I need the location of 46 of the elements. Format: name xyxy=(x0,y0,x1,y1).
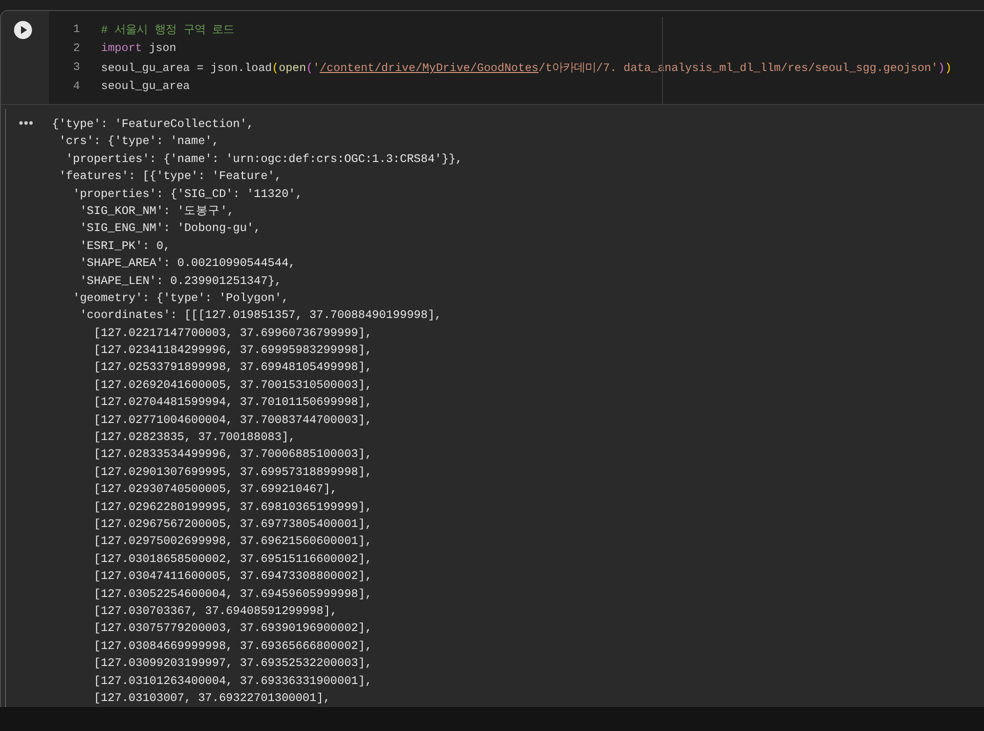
output-line: [127.03018658500002, 37.69515116600002], xyxy=(92,552,374,568)
output-line: [127.02533791899998, 37.69948105499998], xyxy=(92,360,374,376)
play-icon xyxy=(13,20,33,40)
output-line: [127.02930740500005, 37.699210467], xyxy=(92,482,338,498)
output-line: [127.03047411600005, 37.69473308800002], xyxy=(92,569,374,586)
output-line: {'type': 'FeatureCollection', xyxy=(52,117,255,133)
output-line: 'ESRI_PK': 0, xyxy=(78,238,172,255)
output-line: [127.03099203199997, 37.69352532200003], xyxy=(92,656,374,672)
code-line: import json xyxy=(101,42,176,54)
output-line: [127.03084669999998, 37.69365666800002], xyxy=(92,638,374,655)
output-line: 'SHAPE_LEN': 0.239901251347}, xyxy=(78,274,283,290)
output-line: [127.02962280199995, 37.69810365199999], xyxy=(92,500,374,516)
output-line: [127.02341184299996, 37.69995983299998], xyxy=(92,343,374,360)
output-line: 'crs': {'type': 'name', xyxy=(58,134,220,150)
code-line: seoul_gu_area = json.load(open('/content/drive/MyDrive/GoodNotes/t아카데미/7. data_analysis_ml_dl_llm/res/seoul_sgg.geojson')) xyxy=(101,61,952,75)
line-number: 2 xyxy=(72,42,80,54)
output-line: [127.02967567200005, 37.69773805400001], xyxy=(92,516,374,533)
output-line: [127.02704481599994, 37.70101150699998], xyxy=(92,395,374,412)
code-line: # 서울시 행정 구역 로드 xyxy=(101,23,234,37)
more-options-icon[interactable] xyxy=(19,121,33,125)
line-number: 1 xyxy=(72,24,80,36)
output-line: [127.030703367, 37.69408591299998], xyxy=(92,604,338,620)
code-line: seoul_gu_area xyxy=(101,80,190,92)
output-line: 'properties': {'SIG_CD': '11320', xyxy=(72,186,304,203)
output-line: 'properties': {'name': 'urn:ogc:def:crs:OGC:1.3:CRS84'}}, xyxy=(64,152,462,168)
output-line: 'SHAPE_AREA': 0.00210990544544, xyxy=(78,256,297,272)
output-line: [127.02975002699998, 37.69621560600001], xyxy=(92,534,374,550)
output-line: [127.02823835, 37.700188083], xyxy=(92,430,297,446)
output-line: 'SIG_ENG_NM': 'Dobong-gu', xyxy=(78,221,262,238)
output-line: [127.03103007, 37.69322701300001], xyxy=(92,690,332,707)
output-line: [127.03052254600004, 37.69459605999998], xyxy=(92,586,374,603)
code-editor[interactable]: 1 # 서울시 행정 구역 로드 2 import json 3 seoul_gu_area = json.load(open('/content/drive/MyDrive/GoodNotes/t아카데미/7. data_analysis_ml_dl_llm/res/seoul_sgg.geojson')) 4 seoul_gu_area xyxy=(49,11,984,104)
output-line: 'geometry': {'type': 'Polygon', xyxy=(72,290,290,307)
output-line: [127.02833534499996, 37.70006885100003], xyxy=(92,447,374,464)
output-line: 'SIG_KOR_NM': '도봉구', xyxy=(78,204,236,220)
output-line: 'coordinates': [[[127.019851357, 37.70088490199998], xyxy=(78,308,443,324)
output-line: [127.03101263400004, 37.69336331900001], xyxy=(92,674,374,690)
line-number: 4 xyxy=(72,80,80,92)
output-line: 'features': [{'type': 'Feature', xyxy=(58,169,283,186)
output-line: [127.02771004600004, 37.70083744700003], xyxy=(92,412,374,429)
run-button[interactable] xyxy=(12,19,34,41)
output-line: [127.02692041600005, 37.70015310500003], xyxy=(92,378,374,394)
output-line: [127.02217147700003, 37.69960736799999], xyxy=(92,326,374,342)
output-line: [127.03075779200003, 37.69390196900002], xyxy=(92,621,374,638)
output-line: [127.02901307699995, 37.69957318899998], xyxy=(92,464,374,481)
line-number: 3 xyxy=(72,62,80,74)
